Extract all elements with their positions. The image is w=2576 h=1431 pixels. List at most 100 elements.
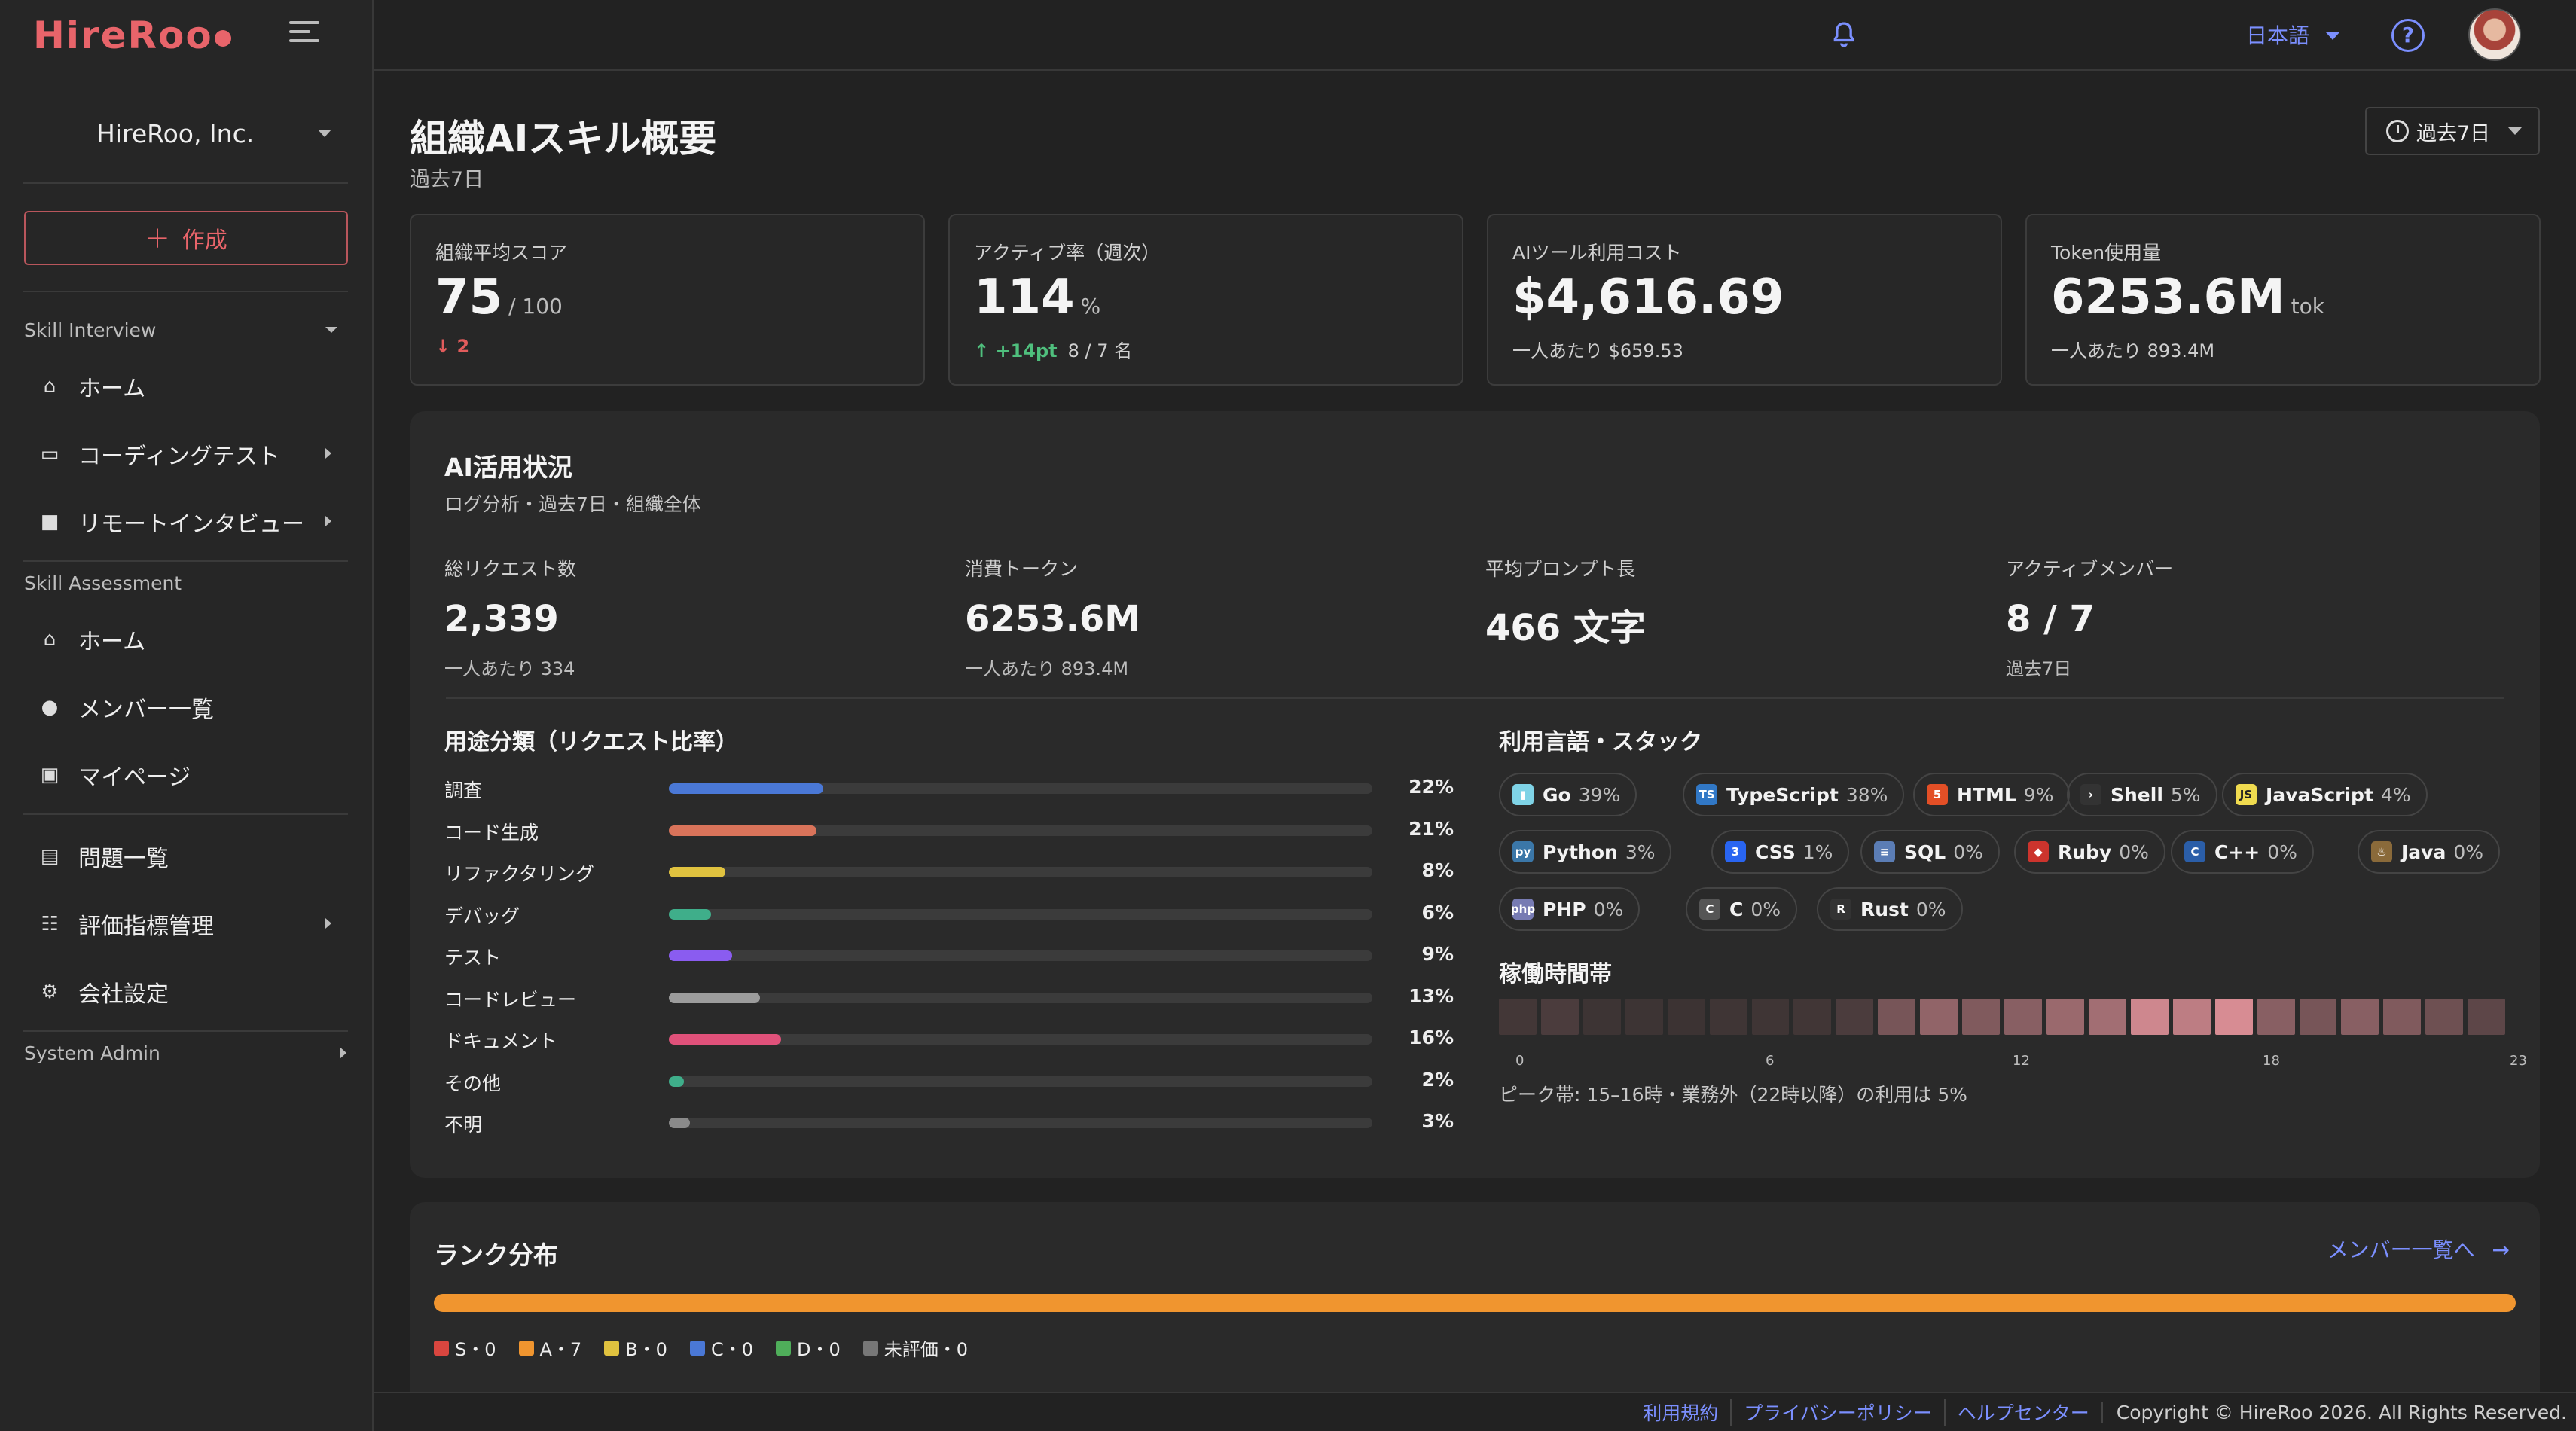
language-chip: py Python 3%	[1499, 830, 1672, 874]
purpose-label: デバッグ	[444, 905, 520, 927]
sidebar-item-si-home[interactable]: ⌂ ホーム	[24, 360, 348, 413]
language-pct: 0%	[1750, 898, 1781, 920]
kpi-value: 75/ 100	[435, 270, 563, 325]
avatar[interactable]	[2468, 8, 2521, 61]
legend-item: 未評価・0	[862, 1335, 968, 1361]
purpose-pct: 3%	[1421, 1110, 1454, 1132]
purpose-row: テスト 9%	[444, 940, 1454, 970]
language-chip: R Rust 0%	[1817, 887, 1963, 931]
bell-icon[interactable]	[1829, 20, 1859, 50]
ai-usage-card: AI活用状況 ログ分析・過去7日・組織全体 総リクエスト数 2,339 一人あた…	[410, 411, 2540, 1178]
chevron-down-icon	[2508, 127, 2523, 135]
sidebar-item-label: 会社設定	[78, 981, 169, 1008]
purpose-pct: 16%	[1409, 1027, 1454, 1048]
terms-link[interactable]: 利用規約	[1631, 1399, 1730, 1426]
kpi-delta: ↑ +14pt 8 / 7 名	[974, 340, 1133, 362]
card-title: AI活用状況	[444, 453, 572, 482]
legend-item: S・0	[434, 1335, 496, 1361]
language-name: Ruby	[2058, 841, 2112, 863]
chevron-down-icon	[2326, 32, 2340, 40]
period-selector[interactable]: 過去7日	[2365, 107, 2540, 155]
purpose-pct: 8%	[1421, 859, 1454, 881]
card-title: ランク分布	[434, 1240, 558, 1270]
collapse-menu-icon[interactable]	[289, 21, 319, 48]
rank-legend: S・0 A・7 B・0 C・0 D・0 未評価・0	[434, 1335, 968, 1361]
sidebar-item-company-settings[interactable]: ⚙ 会社設定	[24, 966, 348, 1018]
sidebar-item-label: メンバー一覧	[78, 697, 214, 723]
heatmap-cell	[1499, 999, 1537, 1035]
sidebar-item-mypage[interactable]: ▣ マイページ	[24, 749, 348, 801]
purpose-row: 調査 22%	[444, 773, 1454, 803]
bar-fill	[669, 783, 824, 794]
org-selector[interactable]: HireRoo, Inc.	[23, 105, 348, 184]
language-pct: 0%	[1953, 841, 1983, 863]
clock-icon	[2386, 120, 2409, 142]
section-skill-interview[interactable]: Skill Interview	[24, 319, 156, 341]
legend-swatch	[689, 1340, 705, 1356]
kpi-value: 6253.6M tok	[2051, 270, 2324, 325]
stat-prompt-length: 平均プロンプト長 466 文字	[1485, 558, 1646, 649]
list-icon: ☷	[41, 913, 59, 935]
kpi-label: 組織平均スコア	[435, 242, 568, 264]
legend-label: S・0	[455, 1339, 496, 1360]
help-center-link[interactable]: ヘルプセンター	[1943, 1399, 2101, 1426]
language-name: JavaScript	[2266, 783, 2373, 806]
create-button[interactable]: + 作成	[24, 211, 348, 265]
sidebar-item-coding-test[interactable]: ▭ コーディングテスト	[24, 428, 348, 481]
sidebar-item-sa-home[interactable]: ⌂ ホーム	[24, 613, 348, 666]
legend-swatch	[518, 1340, 534, 1356]
section-system-admin[interactable]: System Admin	[24, 1042, 160, 1064]
purpose-pct: 2%	[1421, 1068, 1454, 1091]
heatmap-cell	[1962, 999, 2001, 1035]
language-name: HTML	[1957, 783, 2016, 806]
sidebar-item-evaluation[interactable]: ☷ 評価指標管理	[24, 898, 348, 950]
purpose-pct: 13%	[1409, 984, 1454, 1007]
divider	[23, 1030, 348, 1032]
kpi-delta: ↓ 2	[435, 336, 470, 357]
language-chip: ◆ Ruby 0%	[2014, 830, 2165, 874]
card-subtitle: ログ分析・過去7日・組織全体	[444, 493, 701, 515]
purpose-row: その他 2%	[444, 1066, 1454, 1096]
language-pct: 0%	[2267, 841, 2297, 863]
language-pct: 0%	[2453, 841, 2484, 863]
bar-track	[669, 825, 1372, 836]
kpi-active-rate: アクティブ率（週次） 114% ↑ +14pt 8 / 7 名	[948, 214, 1463, 386]
legend-swatch	[862, 1340, 878, 1356]
legend-label: 未評価・0	[884, 1339, 968, 1360]
legend-item: D・0	[775, 1335, 841, 1361]
language-name: CSS	[1755, 841, 1796, 863]
language-pct: 0%	[2119, 841, 2149, 863]
sidebar-item-label: ホーム	[78, 629, 146, 655]
bar-fill	[669, 1034, 782, 1045]
purpose-label: ドキュメント	[444, 1030, 558, 1052]
purpose-row: デバッグ 6%	[444, 899, 1454, 929]
legend-label: A・7	[539, 1339, 582, 1360]
help-icon[interactable]: ?	[2391, 19, 2425, 52]
hour-label: 6	[1766, 1053, 1775, 1069]
purpose-row: コードレビュー 13%	[444, 982, 1454, 1012]
document-icon: ▤	[40, 845, 60, 868]
main-content: 組織AIスキル概要 過去7日 過去7日 組織平均スコア 75/ 100 ↓ 2 …	[374, 71, 2576, 1431]
bar-fill	[669, 908, 712, 920]
sidebar-item-problems[interactable]: ▤ 問題一覧	[24, 830, 348, 883]
language-chip: ≡ SQL 0%	[1860, 830, 2000, 874]
css-icon: 3	[1725, 841, 1746, 862]
sidebar-item-remote-interview[interactable]: ■ リモートインタビュー	[24, 496, 348, 548]
language-selector[interactable]: 日本語	[2246, 20, 2340, 50]
arrow-right-icon: →	[2492, 1237, 2510, 1262]
language-name: Python	[1543, 841, 1618, 863]
page-title: 組織AIスキル概要	[410, 117, 717, 160]
sidebar-item-members[interactable]: ● メンバー一覧	[24, 681, 348, 734]
logo-dot-icon	[214, 29, 231, 47]
kpi-ai-cost: AIツール利用コスト $4,616.69 一人あたり $659.53	[1487, 214, 2002, 386]
language-chip: › Shell 5%	[2067, 773, 2217, 816]
hour-label: 23	[2510, 1053, 2527, 1069]
privacy-link[interactable]: プライバシーポリシー	[1730, 1399, 1944, 1426]
members-link[interactable]: メンバー一覧へ →	[2327, 1234, 2510, 1264]
cplusplus-icon: C	[2184, 841, 2205, 862]
language-chip: ♨ Java 0%	[2358, 830, 2501, 874]
heatmap-cell	[1625, 999, 1663, 1035]
logo[interactable]: HireRoo	[33, 14, 231, 57]
create-label: 作成	[182, 227, 227, 254]
language-pct: 4%	[2380, 783, 2411, 806]
